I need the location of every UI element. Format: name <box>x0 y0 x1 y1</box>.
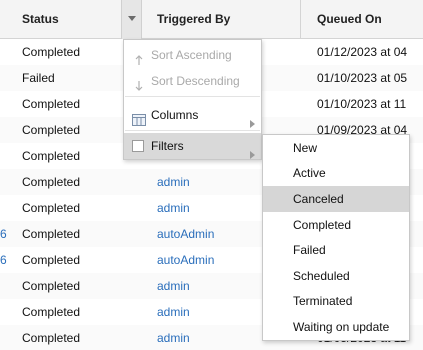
menu-separator <box>125 96 260 97</box>
sort-up-icon <box>132 49 146 65</box>
row-fragment <box>0 65 8 91</box>
filters-checkbox[interactable] <box>132 140 144 152</box>
filter-option-terminated[interactable]: Terminated <box>263 288 409 314</box>
filters-label: Filters <box>151 139 184 153</box>
chevron-down-icon <box>128 16 136 21</box>
row-fragment <box>0 143 8 169</box>
menu-separator <box>125 130 260 131</box>
column-divider[interactable] <box>300 0 301 39</box>
column-header-triggered-by[interactable]: Triggered By <box>157 0 230 39</box>
column-menu-trigger[interactable] <box>121 0 142 39</box>
sort-descending-label: Sort Descending <box>151 74 240 88</box>
columns-item[interactable]: Columns <box>124 102 261 128</box>
filters-submenu: New Active Canceled Completed Failed Sch… <box>262 134 410 341</box>
sort-descending-item[interactable]: Sort Descending <box>124 68 261 94</box>
filter-option-scheduled[interactable]: Scheduled <box>263 263 409 289</box>
row-fragment: 6 <box>0 227 7 241</box>
queued-on-cell: 01/12/2023 at 04 <box>317 45 408 59</box>
row-fragment <box>0 39 8 65</box>
sort-ascending-label: Sort Ascending <box>151 48 232 62</box>
row-fragment <box>0 325 8 350</box>
row-fragment <box>0 273 8 299</box>
filters-item[interactable]: Filters <box>124 133 261 159</box>
row-fragment <box>0 195 8 221</box>
status-cell: Completed <box>22 149 81 163</box>
queued-on-cell: 01/10/2023 at 11 <box>317 97 407 111</box>
sort-ascending-item[interactable]: Sort Ascending <box>124 42 261 68</box>
status-cell: Completed <box>22 123 81 137</box>
row-fragment: 6 <box>0 253 7 267</box>
columns-label: Columns <box>151 108 199 122</box>
column-header-status[interactable]: Status <box>22 0 59 39</box>
row-fragment <box>0 169 8 195</box>
status-cell: Completed <box>22 253 81 267</box>
jobs-grid: Status Triggered By Queued On Completed … <box>0 0 423 350</box>
status-cell: Completed <box>22 305 81 319</box>
status-cell: Completed <box>22 175 81 189</box>
column-header-queued-on[interactable]: Queued On <box>317 0 382 39</box>
status-cell: Completed <box>22 201 81 215</box>
columns-icon <box>132 109 146 126</box>
filter-option-completed[interactable]: Completed <box>263 212 409 238</box>
filter-option-canceled[interactable]: Canceled <box>263 186 409 212</box>
chevron-right-icon <box>250 142 255 168</box>
column-menu: Sort Ascending Sort Descending Columns F… <box>123 39 262 160</box>
sort-down-icon <box>132 75 146 91</box>
filter-option-new[interactable]: New <box>263 135 409 161</box>
row-fragment <box>0 117 8 143</box>
status-cell: Completed <box>22 45 81 59</box>
status-cell: Completed <box>22 227 81 241</box>
status-cell: Failed <box>22 71 55 85</box>
status-cell: Completed <box>22 279 81 293</box>
queued-on-cell: 01/10/2023 at 05 <box>317 71 408 85</box>
grid-header: Status Triggered By Queued On <box>0 0 423 39</box>
status-cell: Completed <box>22 331 81 345</box>
row-fragment <box>0 91 8 117</box>
filter-option-active[interactable]: Active <box>263 160 409 186</box>
filter-option-failed[interactable]: Failed <box>263 237 409 263</box>
filter-option-waiting-on-update[interactable]: Waiting on update <box>263 314 409 340</box>
status-cell: Completed <box>22 97 81 111</box>
row-fragment <box>0 299 8 325</box>
